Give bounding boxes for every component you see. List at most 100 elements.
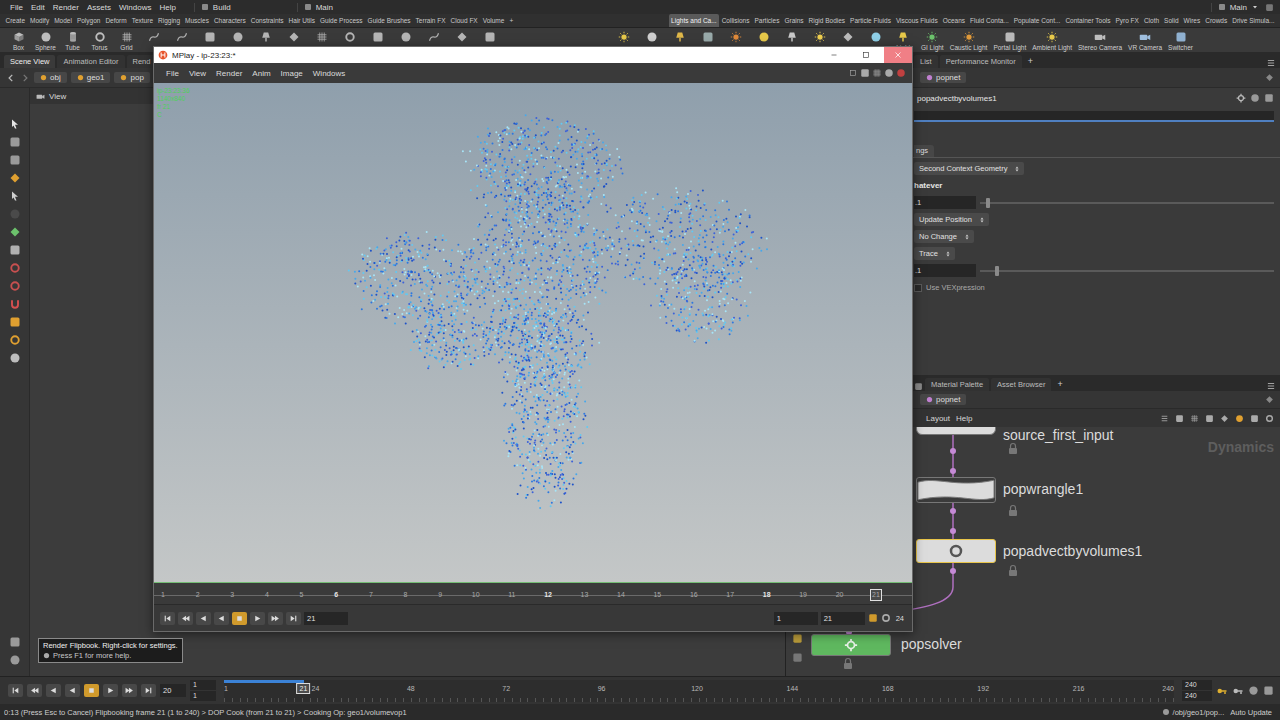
first-button[interactable] [8, 684, 23, 697]
shelf-tool[interactable] [168, 28, 195, 43]
prev-button[interactable] [178, 612, 193, 625]
shelf-tool[interactable]: Grid [113, 28, 140, 51]
flipbook-icon[interactable] [9, 636, 21, 648]
pane-tab[interactable]: Animation Editor [57, 55, 124, 68]
menu-icon[interactable] [1266, 58, 1276, 68]
last-button[interactable] [141, 684, 156, 697]
fps-value[interactable]: 24 [894, 614, 906, 623]
add-shelf-button[interactable]: + [507, 14, 516, 27]
shelf-tool[interactable] [723, 28, 750, 43]
shelf-tool[interactable] [448, 28, 475, 43]
shelf-tool[interactable] [751, 28, 778, 43]
range-end-field[interactable]: 21 [821, 612, 865, 625]
shelf-tool[interactable] [639, 28, 666, 43]
shelf-tool[interactable] [863, 28, 890, 43]
square-view-icon[interactable] [1250, 414, 1259, 423]
menu-item[interactable]: Layout [926, 414, 950, 423]
shelf-tool[interactable] [224, 28, 251, 43]
global-end-field[interactable]: 240 [1182, 691, 1212, 701]
shelf-tool[interactable]: Stereo Camera [1076, 28, 1124, 51]
shelf-tab[interactable]: Characters [211, 14, 248, 27]
path-segment[interactable]: popnet [920, 72, 966, 83]
shelf-tool[interactable] [611, 28, 638, 43]
audio-icon[interactable] [1263, 685, 1274, 696]
shelf-tool[interactable] [196, 28, 223, 43]
next-button[interactable] [268, 612, 283, 625]
shelf-tab[interactable]: Grains [782, 14, 806, 27]
menu-item[interactable]: Help [155, 3, 179, 12]
param-slider[interactable] [980, 202, 1274, 204]
settings-icon[interactable] [9, 654, 21, 666]
shelf-tool[interactable] [807, 28, 834, 43]
desktop-selector[interactable]: Build [194, 3, 237, 12]
shelf-tab[interactable]: Particles [752, 14, 782, 27]
forward-icon[interactable] [20, 73, 30, 83]
circle-view-icon[interactable] [896, 68, 906, 78]
realtime-icon[interactable] [1248, 685, 1259, 696]
param-dropdown[interactable]: Trace [914, 247, 955, 260]
shelf-tool[interactable] [364, 28, 391, 43]
slider-handle[interactable] [986, 198, 990, 208]
circle-view-icon[interactable] [884, 68, 894, 78]
menu-item[interactable]: Assets [83, 3, 115, 12]
update-mode[interactable]: Auto Update [1230, 708, 1272, 717]
add-tab-button[interactable]: + [1053, 377, 1066, 391]
network-node[interactable] [916, 477, 996, 503]
display-flag-icon[interactable] [792, 633, 803, 644]
shelf-tab[interactable]: Guide Process [317, 14, 365, 27]
diamond-tool-icon[interactable] [9, 226, 21, 238]
loop-icon[interactable] [881, 613, 891, 623]
shelf-tab[interactable]: Wires [1181, 14, 1203, 27]
shelf-tool[interactable]: Switcher [1166, 28, 1195, 51]
menu-item[interactable]: Windows [309, 69, 349, 78]
back-icon[interactable] [6, 73, 16, 83]
gear-icon[interactable] [1236, 93, 1246, 103]
shelf-tab[interactable]: Deform [103, 14, 129, 27]
shelf-tab[interactable]: Volume [480, 14, 507, 27]
right-context-selector[interactable]: Main [1211, 3, 1265, 12]
shelf-tab[interactable]: Rigging [156, 14, 183, 27]
shelf-tool[interactable] [392, 28, 419, 43]
shelf-tool[interactable] [252, 28, 279, 43]
shelf-tab[interactable]: Crowds [1203, 14, 1230, 27]
flipbook-viewport[interactable]: ip-23:23:361140x840fr 21C [154, 83, 912, 583]
network-node[interactable] [916, 539, 996, 563]
network-node[interactable] [811, 634, 891, 656]
param-dropdown[interactable]: Second Context Geometry [914, 162, 1024, 175]
frame-field[interactable]: 21 [304, 612, 348, 625]
shelf-tab[interactable]: Cloth [1141, 14, 1161, 27]
shelf-tab[interactable]: Rigid Bodies [806, 14, 848, 27]
shelf-tab[interactable]: Guide Brushes [365, 14, 413, 27]
first-button[interactable] [160, 612, 175, 625]
shelf-tool[interactable]: VR Camera [1126, 28, 1164, 51]
menu-item[interactable]: File [6, 3, 27, 12]
shelf-tab[interactable]: Polygon [74, 14, 103, 27]
shelf-tool[interactable]: Sphere [32, 28, 59, 51]
shelf-tab[interactable]: Pyro FX [1113, 14, 1141, 27]
add-tab-button[interactable]: + [1024, 54, 1037, 68]
shelf-tool[interactable]: Ambient Light [1030, 28, 1074, 51]
frame-field[interactable]: 20 [160, 684, 186, 697]
shelf-tool[interactable]: Torus [86, 28, 113, 51]
ring-tool-icon[interactable] [9, 280, 21, 292]
current-frame-marker[interactable]: 21 [297, 683, 311, 694]
shelf-tool[interactable] [280, 28, 307, 43]
shelf-tool[interactable]: GI Light [919, 28, 946, 51]
timeline-ruler[interactable]: 12448729612014416819221624021 [224, 680, 1174, 702]
param-dropdown[interactable]: No Change [914, 230, 974, 243]
square-tool-icon[interactable] [9, 154, 21, 166]
shelf-tab[interactable]: Oceans [940, 14, 967, 27]
prev-button[interactable] [27, 684, 42, 697]
param-dropdown[interactable]: Update Position [914, 213, 989, 226]
shelf-tab[interactable]: Hair Utils [286, 14, 317, 27]
back-button[interactable] [46, 684, 61, 697]
shelf-tool[interactable] [695, 28, 722, 43]
pin-icon[interactable] [1265, 73, 1274, 82]
shelf-tab[interactable]: Drive Simula... [1230, 14, 1277, 27]
square-tool-icon[interactable] [9, 244, 21, 256]
menu-item[interactable]: Image [277, 69, 307, 78]
square-view-icon[interactable] [860, 68, 870, 78]
square-tool-icon[interactable] [9, 136, 21, 148]
play-button[interactable] [250, 612, 265, 625]
range-start-field[interactable]: 1 [774, 612, 818, 625]
